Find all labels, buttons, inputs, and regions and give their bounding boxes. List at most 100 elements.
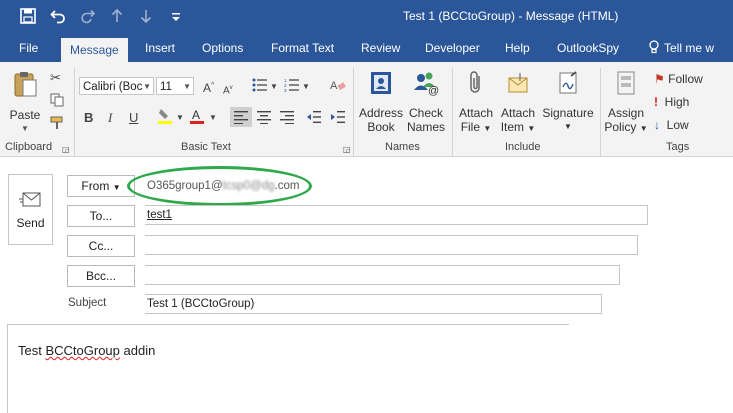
- tags-group-label: Tags: [666, 141, 690, 153]
- chevron-down-icon: ▼: [112, 183, 121, 192]
- clipboard-group-label: Clipboard: [5, 141, 53, 153]
- highlight-icon[interactable]: [157, 107, 173, 129]
- names-group-label: Names: [385, 141, 420, 153]
- tab-insert[interactable]: Insert: [145, 34, 175, 62]
- ribbon-tab-bar: File Message Insert Options Format Text …: [0, 34, 733, 62]
- tab-help[interactable]: Help: [505, 34, 530, 62]
- follow-up-button[interactable]: ⚑ Follow: [654, 72, 703, 86]
- redo-icon[interactable]: [80, 8, 96, 28]
- check-names-label-2: Names: [406, 120, 445, 134]
- clear-formatting-icon[interactable]: A: [330, 78, 346, 96]
- tab-file[interactable]: File: [19, 34, 38, 62]
- tab-outlookspy[interactable]: OutlookSpy: [557, 34, 619, 62]
- shrink-font-icon[interactable]: Av: [223, 80, 233, 99]
- undo-icon[interactable]: [50, 8, 66, 28]
- copy-icon[interactable]: [50, 93, 64, 111]
- attach-file-button[interactable]: Attach File ▼: [456, 70, 496, 136]
- group-separator: [74, 68, 75, 156]
- paste-button[interactable]: Paste ▼: [8, 70, 42, 136]
- from-button[interactable]: From ▼: [67, 175, 135, 197]
- arrow-up-icon[interactable]: [111, 8, 123, 28]
- ribbon: Paste ▼ ✂ Clipboard ◲ Calibri (Boc ▼ 11 …: [0, 62, 733, 157]
- group-separator: [353, 68, 354, 156]
- clipboard-launcher-icon[interactable]: ◲: [62, 142, 70, 158]
- chevron-down-icon[interactable]: ▼: [176, 110, 184, 126]
- chevron-down-icon[interactable]: ▼: [209, 110, 217, 126]
- save-icon[interactable]: [20, 8, 36, 28]
- message-body[interactable]: Test BCCtoGroup addin: [18, 343, 155, 358]
- check-names-button[interactable]: @ Check Names: [404, 70, 448, 134]
- arrow-down-icon[interactable]: [140, 8, 152, 28]
- font-size-value: 11: [160, 81, 172, 93]
- chevron-down-icon: ▼: [143, 82, 151, 91]
- to-button[interactable]: To...: [67, 205, 135, 227]
- underline-icon[interactable]: U: [129, 110, 138, 126]
- tab-options[interactable]: Options: [202, 34, 243, 62]
- bold-icon[interactable]: B: [84, 110, 93, 126]
- cut-icon[interactable]: ✂: [50, 70, 61, 86]
- chevron-down-icon[interactable]: ▼: [302, 79, 310, 95]
- low-importance-button[interactable]: ↓ Low: [654, 118, 689, 132]
- align-center-icon[interactable]: [256, 110, 272, 128]
- signature-button[interactable]: Signature ▼: [540, 70, 596, 134]
- font-name-combo[interactable]: Calibri (Boc ▼: [79, 77, 154, 95]
- svg-text:3: 3: [284, 88, 287, 92]
- subject-value: Test 1 (BCCtoGroup): [147, 298, 255, 310]
- clipboard-paste-icon: [8, 70, 42, 105]
- tab-message[interactable]: Message: [61, 38, 128, 62]
- italic-icon[interactable]: I: [108, 110, 112, 126]
- body-border: [7, 324, 8, 413]
- bcc-field[interactable]: [145, 265, 620, 285]
- numbering-icon[interactable]: 123: [284, 78, 300, 96]
- align-left-icon[interactable]: [230, 107, 252, 127]
- font-size-combo[interactable]: 11 ▼: [156, 77, 194, 95]
- basic-text-group-label: Basic Text: [181, 141, 231, 153]
- attach-item-button[interactable]: Attach Item ▼: [497, 70, 539, 136]
- grow-font-icon[interactable]: A^: [203, 78, 214, 96]
- to-field[interactable]: test1: [145, 205, 648, 225]
- group-separator: [600, 68, 601, 156]
- bcc-button[interactable]: Bcc...: [67, 265, 135, 287]
- send-button[interactable]: Send: [8, 174, 53, 245]
- envelope-icon: [497, 70, 539, 103]
- increase-indent-icon[interactable]: [330, 110, 346, 128]
- tab-developer[interactable]: Developer: [425, 34, 480, 62]
- signature-label: Signature: [542, 106, 594, 120]
- window-title: Test 1 (BCCtoGroup) - Message (HTML): [403, 9, 619, 23]
- send-icon: [9, 191, 52, 212]
- decrease-indent-icon[interactable]: [306, 110, 322, 128]
- group-separator: [452, 68, 453, 156]
- font-name-value: Calibri (Boc: [83, 81, 143, 93]
- policy-icon: [604, 70, 648, 103]
- cc-button[interactable]: Cc...: [67, 235, 135, 257]
- paste-label: Paste: [9, 108, 41, 122]
- basic-text-launcher-icon[interactable]: ◲: [343, 142, 351, 158]
- bullets-icon[interactable]: [252, 78, 268, 96]
- check-names-icon: @: [404, 70, 448, 103]
- assign-policy-label-2: Policy ▼: [604, 120, 648, 134]
- format-painter-icon[interactable]: [50, 116, 64, 134]
- tell-me-search[interactable]: Tell me w: [648, 34, 714, 62]
- send-label: Send: [16, 216, 45, 230]
- flag-icon: ⚑: [654, 72, 665, 86]
- paperclip-icon: [456, 70, 496, 103]
- svg-text:A: A: [192, 108, 200, 122]
- subject-field[interactable]: Test 1 (BCCtoGroup): [145, 294, 602, 314]
- svg-text:A: A: [330, 80, 338, 92]
- assign-policy-button[interactable]: Assign Policy ▼: [604, 70, 648, 136]
- customize-qat-icon[interactable]: [171, 8, 181, 30]
- address-book-label-2: Book: [367, 120, 395, 134]
- tab-review[interactable]: Review: [361, 34, 400, 62]
- align-right-icon[interactable]: [279, 110, 295, 128]
- cc-field[interactable]: [145, 235, 638, 255]
- chevron-down-icon[interactable]: ▼: [270, 79, 278, 95]
- title-bar: Test 1 (BCCtoGroup) - Message (HTML): [0, 0, 733, 34]
- signature-icon: [540, 70, 596, 103]
- font-color-icon[interactable]: A: [189, 107, 205, 129]
- address-book-button[interactable]: Address Book: [358, 70, 404, 134]
- to-value: test1: [147, 209, 172, 221]
- high-importance-button[interactable]: ! High: [654, 95, 689, 109]
- highlight-oval: [127, 166, 312, 206]
- chevron-down-icon: ▼: [183, 82, 191, 91]
- tab-format-text[interactable]: Format Text: [271, 34, 334, 62]
